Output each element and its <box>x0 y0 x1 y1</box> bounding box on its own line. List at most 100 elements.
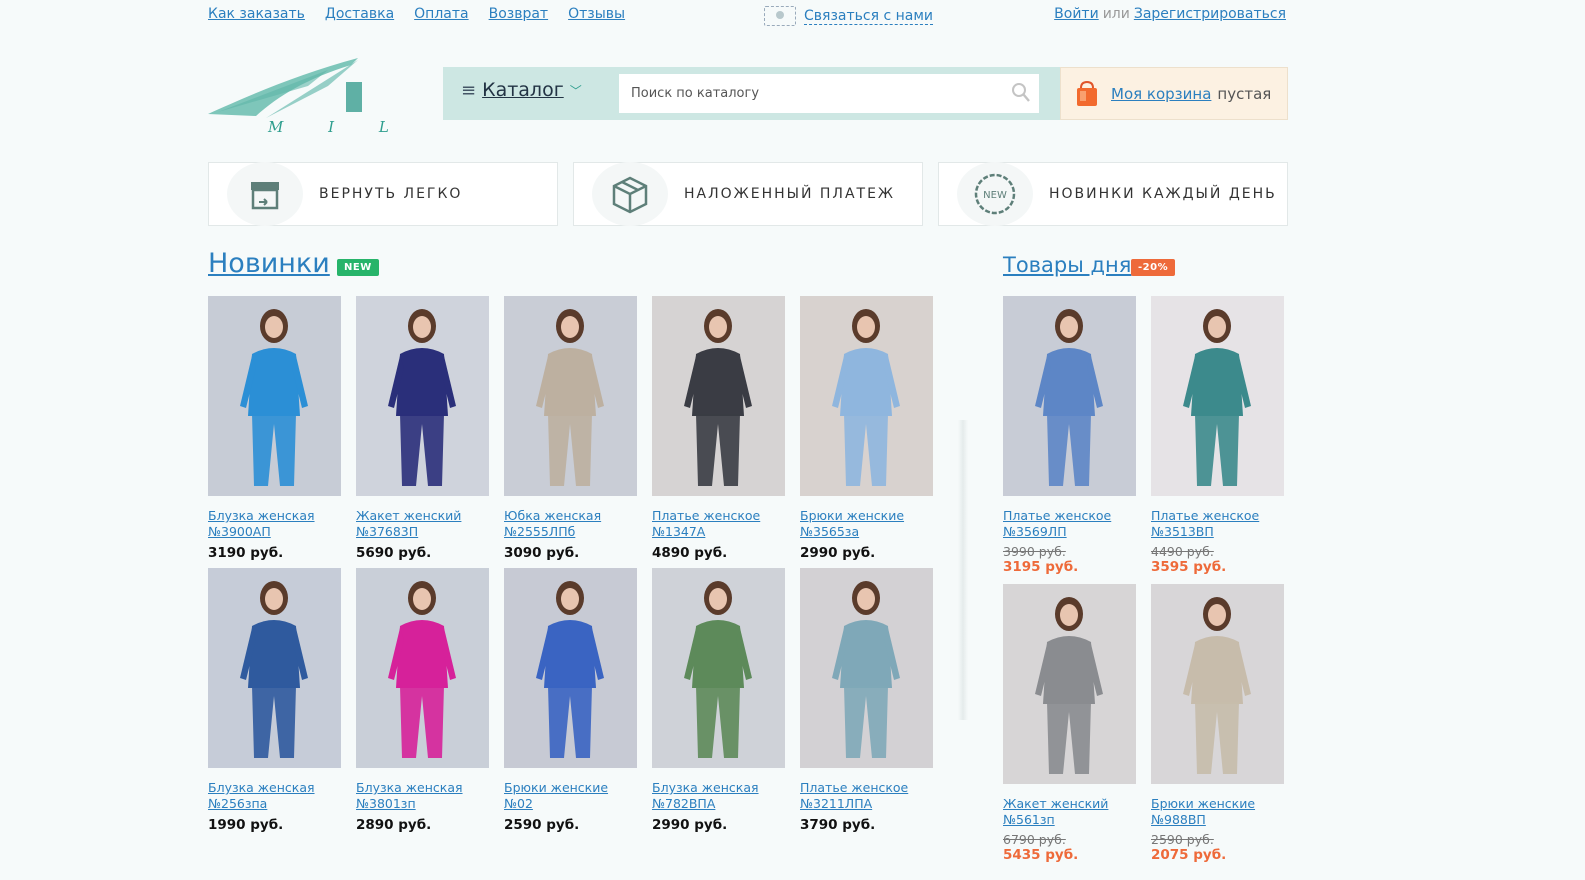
nav-how-to-order[interactable]: Как заказать <box>208 6 305 22</box>
logo[interactable]: M I L A <box>208 56 444 136</box>
cart[interactable]: Моя корзина пустая <box>1060 67 1288 120</box>
new-icon-text: NEW <box>983 190 1007 201</box>
feature-new-daily[interactable]: NEW НОВИНКИ КАЖДЫЙ ДЕНЬ <box>938 162 1288 226</box>
contact-us-link[interactable]: Связаться с нами <box>804 8 933 25</box>
product-price: 1990 руб. <box>208 817 284 833</box>
top-nav: Как заказать Доставка Оплата Возврат Отз… <box>208 6 625 22</box>
product-photo <box>800 568 933 768</box>
product-price: 5690 руб. <box>356 545 432 561</box>
search-input[interactable] <box>619 74 1039 113</box>
product-image[interactable] <box>652 296 785 496</box>
product-image[interactable] <box>1151 296 1284 496</box>
product-card[interactable]: Жакет женский №37683П 5690 руб. <box>356 296 489 561</box>
product-name[interactable]: Жакет женский №37683П <box>356 508 489 540</box>
product-photo <box>504 568 637 768</box>
product-price: 3190 руб. <box>208 545 284 561</box>
product-name[interactable]: Платье женское №3211ЛПА <box>800 780 933 812</box>
nav-return[interactable]: Возврат <box>489 6 549 22</box>
catalog-label: Каталог <box>482 79 564 101</box>
product-price: 4890 руб. <box>652 545 728 561</box>
nav-delivery[interactable]: Доставка <box>325 6 394 22</box>
product-sale-price: 3595 руб. <box>1151 559 1227 575</box>
sale-badge: -20% <box>1131 259 1176 276</box>
product-old-price: 3990 руб. <box>1003 544 1066 559</box>
product-card[interactable]: Брюки женские №02 2590 руб. <box>504 568 637 833</box>
catalog-button[interactable]: ≡ Каталог ﹀ <box>461 79 582 101</box>
product-card[interactable]: Юбка женская №2555ЛПб 3090 руб. <box>504 296 637 561</box>
product-image[interactable] <box>208 296 341 496</box>
product-name[interactable]: Блузка женская №782ВПА <box>652 780 785 812</box>
product-price: 2590 руб. <box>504 817 580 833</box>
product-name[interactable]: Брюки женские №02 <box>504 780 637 812</box>
nav-payment[interactable]: Оплата <box>414 6 468 22</box>
product-image[interactable] <box>208 568 341 768</box>
product-card[interactable]: Платье женское №3569ЛП 3990 руб. 3195 руб. <box>1003 296 1136 575</box>
product-photo <box>1151 584 1284 784</box>
top-bar: Как заказать Доставка Оплата Возврат Отз… <box>208 6 1286 28</box>
deals-section-title[interactable]: Товары дня <box>1003 253 1131 277</box>
product-image[interactable] <box>1003 296 1136 496</box>
feature-easy-return[interactable]: ВЕРНУТЬ ЛЕГКО <box>208 162 558 226</box>
product-image[interactable] <box>1003 584 1136 784</box>
product-image[interactable] <box>504 296 637 496</box>
product-card[interactable]: Блузка женская №3801зп 2890 руб. <box>356 568 489 833</box>
auth-links: Войти или Зарегистрироваться <box>1054 6 1286 22</box>
product-price: 2890 руб. <box>356 817 432 833</box>
feature-cod[interactable]: НАЛОЖЕННЫЙ ПЛАТЕЖ <box>573 162 923 226</box>
product-image[interactable] <box>356 568 489 768</box>
new-badge-icon: NEW <box>957 162 1033 226</box>
product-photo <box>652 568 785 768</box>
product-image[interactable] <box>356 296 489 496</box>
product-old-price: 4490 руб. <box>1151 544 1214 559</box>
product-card[interactable]: Блузка женская №3900АП 3190 руб. <box>208 296 341 561</box>
menu-icon: ≡ <box>461 79 477 101</box>
shopping-bag-icon <box>1077 80 1097 106</box>
logo-mark: M I L A <box>208 58 444 136</box>
divider <box>958 420 968 720</box>
product-card[interactable]: Жакет женский №561зп 6790 руб. 5435 руб. <box>1003 584 1136 863</box>
product-photo <box>1003 296 1136 496</box>
product-photo <box>800 296 933 496</box>
register-link[interactable]: Зарегистрироваться <box>1134 6 1286 22</box>
product-name[interactable]: Платье женское №1347А <box>652 508 785 540</box>
auth-or: или <box>1102 6 1130 22</box>
product-card[interactable]: Платье женское №3513ВП 4490 руб. 3595 руб. <box>1151 296 1284 575</box>
product-photo <box>652 296 785 496</box>
product-image[interactable] <box>800 568 933 768</box>
product-name[interactable]: Брюки женские №3565за <box>800 508 933 540</box>
product-card[interactable]: Брюки женские №3565за 2990 руб. <box>800 296 933 561</box>
product-old-price: 2590 руб. <box>1151 832 1214 847</box>
nav-reviews[interactable]: Отзывы <box>568 6 625 22</box>
new-section-title[interactable]: Новинки <box>208 248 330 279</box>
product-image[interactable] <box>652 568 785 768</box>
search-bar: ≡ Каталог ﹀ <box>443 67 1060 120</box>
product-name[interactable]: Юбка женская №2555ЛПб <box>504 508 637 540</box>
product-name[interactable]: Блузка женская №3801зп <box>356 780 489 812</box>
product-card[interactable]: Брюки женские №988ВП 2590 руб. 2075 руб. <box>1151 584 1284 863</box>
cart-status: пустая <box>1217 84 1272 103</box>
product-sale-price: 3195 руб. <box>1003 559 1079 575</box>
product-card[interactable]: Платье женское №3211ЛПА 3790 руб. <box>800 568 933 833</box>
product-image[interactable] <box>800 296 933 496</box>
product-name[interactable]: Блузка женская №256зпа <box>208 780 341 812</box>
package-icon <box>592 162 668 226</box>
contact-us[interactable]: Связаться с нами <box>764 6 933 26</box>
product-price: 3090 руб. <box>504 545 580 561</box>
product-card[interactable]: Платье женское №1347А 4890 руб. <box>652 296 785 561</box>
product-name[interactable]: Блузка женская №3900АП <box>208 508 341 540</box>
product-photo <box>208 296 341 496</box>
product-card[interactable]: Блузка женская №782ВПА 2990 руб. <box>652 568 785 833</box>
login-link[interactable]: Войти <box>1054 6 1099 22</box>
product-sale-price: 5435 руб. <box>1003 847 1079 863</box>
product-name[interactable]: Жакет женский №561зп <box>1003 796 1136 828</box>
product-card[interactable]: Блузка женская №256зпа 1990 руб. <box>208 568 341 833</box>
product-name[interactable]: Платье женское №3513ВП <box>1151 508 1284 540</box>
search-icon[interactable] <box>1011 82 1031 104</box>
product-image[interactable] <box>504 568 637 768</box>
product-image[interactable] <box>1151 584 1284 784</box>
product-name[interactable]: Платье женское №3569ЛП <box>1003 508 1136 540</box>
product-name[interactable]: Брюки женские №988ВП <box>1151 796 1284 828</box>
logo-text: M I L A <box>267 118 404 136</box>
product-price: 3790 руб. <box>800 817 876 833</box>
cart-link[interactable]: Моя корзина <box>1111 85 1211 103</box>
